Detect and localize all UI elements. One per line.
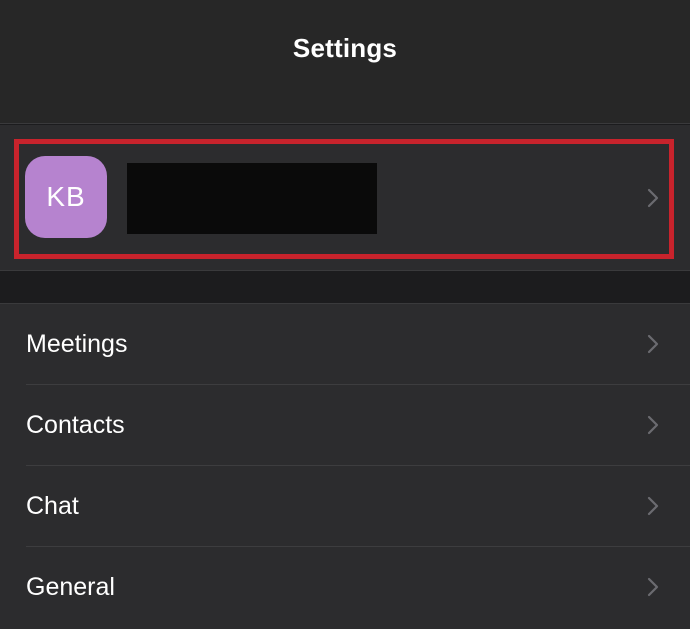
menu-item-label: General	[26, 573, 115, 601]
settings-screen: Settings KB Meetings Contacts Chat Gener…	[0, 0, 690, 629]
page-title: Settings	[292, 33, 398, 63]
menu-item-meetings[interactable]: Meetings	[0, 304, 690, 385]
chevron-right-icon	[642, 333, 664, 355]
navigation-bar: Settings	[0, 0, 690, 124]
menu-item-label: Meetings	[26, 330, 128, 358]
menu-item-label: Chat	[26, 492, 79, 520]
menu-item-contacts[interactable]: Contacts	[0, 385, 690, 466]
profile-section: KB	[0, 125, 690, 271]
menu-item-chat[interactable]: Chat	[0, 466, 690, 547]
chevron-right-icon	[642, 414, 664, 436]
menu-item-general[interactable]: General	[0, 547, 690, 628]
section-spacer	[0, 271, 690, 304]
chevron-right-icon	[642, 576, 664, 598]
menu-item-label: Contacts	[26, 411, 125, 439]
chevron-right-icon	[642, 495, 664, 517]
settings-menu-list: Meetings Contacts Chat General	[0, 304, 690, 629]
highlight-annotation-box	[14, 139, 674, 259]
